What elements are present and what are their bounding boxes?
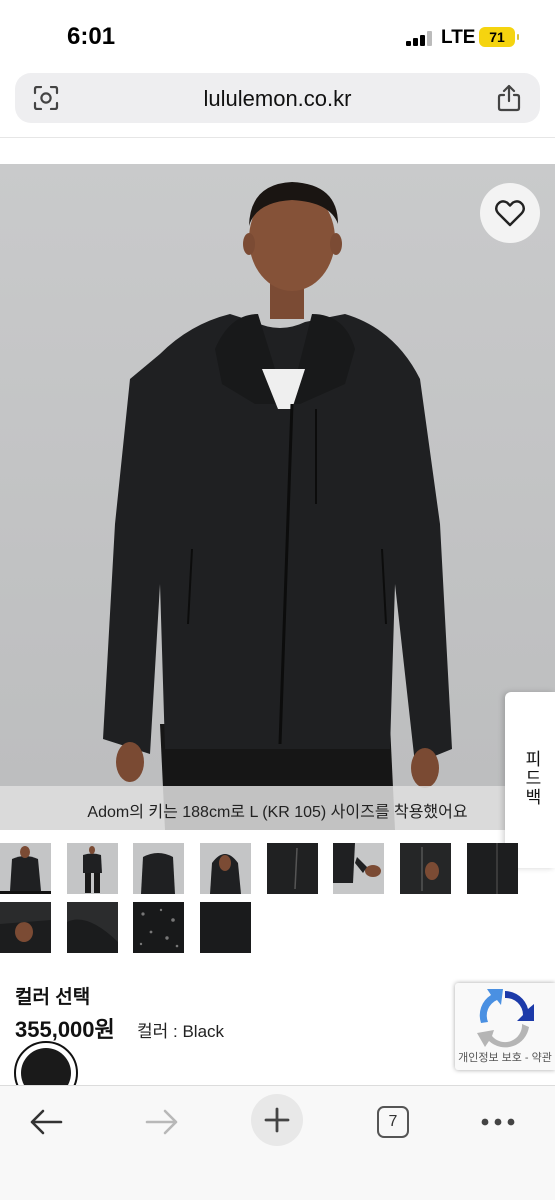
selected-color-label: 컬러 : Black (137, 1022, 225, 1041)
thumbnail-3[interactable] (133, 843, 184, 894)
thumbnail-8[interactable] (467, 843, 518, 894)
wishlist-button[interactable] (480, 183, 540, 243)
thumbnail-6[interactable] (333, 843, 384, 894)
battery-level: 71 (489, 29, 505, 45)
back-button[interactable] (24, 1100, 68, 1144)
recaptcha-privacy-terms[interactable]: 개인정보 보호 - 약관 (455, 1049, 555, 1065)
plus-icon (264, 1107, 290, 1133)
thumbnail-11[interactable] (133, 902, 184, 953)
thumbnail-gallery (0, 843, 555, 955)
model-in-jacket-illustration (103, 182, 452, 830)
signal-strength-icon (406, 30, 436, 46)
color-select-heading: 컬러 선택 (15, 987, 91, 1008)
header-divider (0, 137, 555, 138)
recaptcha-icon (477, 989, 534, 1048)
share-icon[interactable] (496, 84, 522, 112)
thumbnail-12[interactable] (200, 902, 251, 953)
thumbnail-4[interactable] (200, 843, 251, 894)
address-bar[interactable]: lululemon.co.kr (15, 73, 540, 123)
thumbnail-2[interactable] (67, 843, 118, 894)
forward-button[interactable] (140, 1100, 184, 1144)
more-dots-icon (481, 1118, 515, 1126)
status-time: 6:01 (67, 23, 116, 50)
thumbnail-10[interactable] (67, 902, 118, 953)
thumbnail-9[interactable] (0, 902, 51, 953)
thumbnail-5[interactable] (267, 843, 318, 894)
network-type: LTE (441, 27, 476, 48)
product-price: 355,000원 (15, 1017, 115, 1042)
status-bar: 6:01 LTE 71 (0, 0, 555, 70)
url-text[interactable]: lululemon.co.kr (15, 86, 540, 112)
model-caption-text: Adom의 키는 188cm로 L (KR 105) 사이즈를 착용했어요 (87, 804, 468, 821)
new-tab-circle (251, 1094, 303, 1146)
feedback-side-tab[interactable]: 피드백 (505, 692, 555, 868)
browser-toolbar: 7 (0, 1085, 555, 1200)
forward-arrow-icon (145, 1109, 178, 1135)
feedback-label: 피드백 (522, 750, 541, 807)
tabs-button[interactable]: 7 (374, 1100, 412, 1144)
back-arrow-icon (30, 1109, 63, 1135)
thumbnail-1[interactable] (0, 843, 51, 894)
recaptcha-badge[interactable]: 개인정보 보호 - 약관 (455, 983, 555, 1070)
new-tab-button[interactable] (251, 1094, 303, 1146)
battery-icon: 71 (479, 27, 519, 47)
model-info-caption: Adom의 키는 188cm로 L (KR 105) 사이즈를 착용했어요 (0, 786, 555, 830)
tab-count: 7 (377, 1106, 409, 1138)
heart-icon (495, 200, 525, 227)
product-hero-image[interactable] (0, 164, 555, 830)
thumbnail-7[interactable] (400, 843, 451, 894)
more-button[interactable] (478, 1100, 518, 1144)
